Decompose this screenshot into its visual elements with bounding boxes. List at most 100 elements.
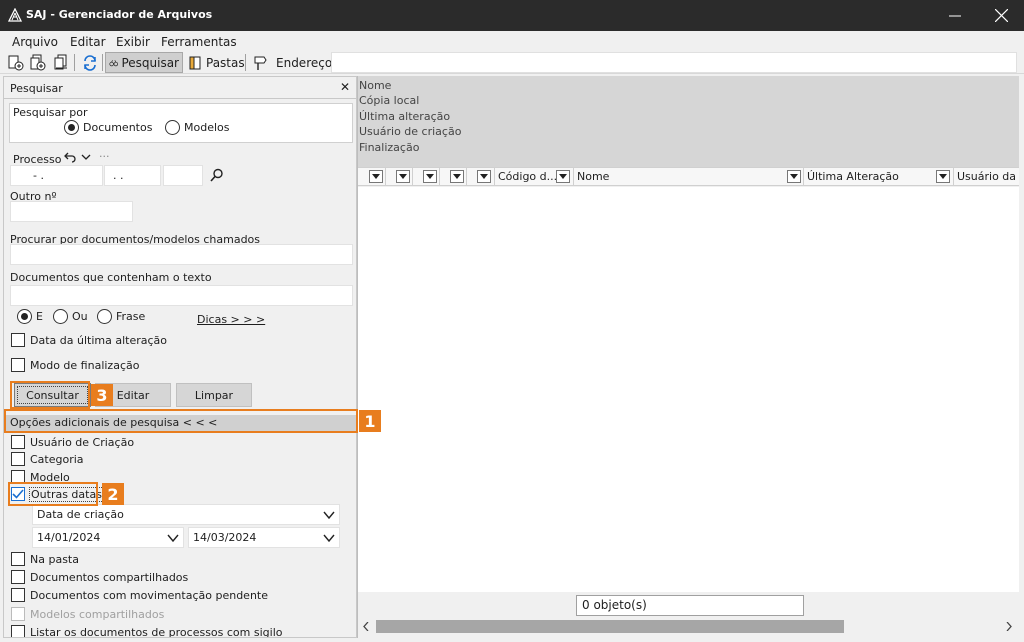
undo-icon[interactable] <box>64 151 76 163</box>
results-grid-header: Código d... Nome Última Alteração Usuári… <box>358 167 1019 186</box>
callout-box-2 <box>8 482 98 506</box>
finalization-mode-label: Modo de finalização <box>30 359 140 372</box>
contains-text-input[interactable] <box>10 285 353 306</box>
menu-bar: Arquivo Editar Exibir Ferramentas <box>0 31 1024 51</box>
list-secret-checkbox[interactable] <box>11 625 25 637</box>
list-secret-label: Listar os documentos de processos com si… <box>30 626 283 638</box>
scroll-left-icon[interactable] <box>363 622 369 631</box>
chevron-down-icon[interactable] <box>81 153 91 161</box>
search-panel-title: Pesquisar <box>10 82 63 95</box>
creation-user-checkbox[interactable] <box>11 435 25 449</box>
callout-box-1 <box>4 409 358 433</box>
refresh-button[interactable] <box>78 52 102 73</box>
other-number-input[interactable] <box>10 201 133 222</box>
date-type-select[interactable]: Data de criação <box>32 504 340 525</box>
close-button[interactable] <box>978 0 1024 31</box>
menu-arquivo[interactable]: Arquivo <box>12 35 58 49</box>
toolbar: Pesquisar Pastas Endereço <box>0 51 1024 74</box>
radio-ou-label: Ou <box>72 310 88 323</box>
app-logo-icon <box>8 8 22 22</box>
more-options-icon[interactable]: ··· <box>99 150 110 163</box>
column-creation-user[interactable]: Usuário da <box>954 168 1019 186</box>
finalization-mode-checkbox[interactable] <box>11 358 25 372</box>
horizontal-scrollbar[interactable] <box>358 618 1019 635</box>
last-change-label: Data da última alteração <box>30 334 167 347</box>
date-from-picker[interactable]: 14/01/2024 <box>32 527 184 548</box>
address-input[interactable] <box>331 52 1017 73</box>
pending-docs-checkbox[interactable] <box>11 588 25 602</box>
tips-link[interactable]: Dicas > > > <box>197 313 265 326</box>
chevron-down-icon <box>323 534 335 543</box>
date-to-picker[interactable]: 14/03/2024 <box>188 527 340 548</box>
process-year-input[interactable]: . . <box>104 165 161 186</box>
radio-e[interactable] <box>17 309 32 324</box>
chevron-down-icon <box>323 511 335 520</box>
info-last-change: Última alteração <box>359 110 451 123</box>
column-code[interactable]: Código d... <box>495 168 574 186</box>
callout-badge-3: 3 <box>91 384 113 406</box>
search-by-group: Pesquisar por Documentos Modelos <box>9 103 353 143</box>
new-document-button[interactable] <box>4 52 28 73</box>
address-label: Endereço <box>276 55 333 70</box>
shared-models-label: Modelos compartilhados <box>30 608 165 621</box>
folders-button[interactable]: Pastas <box>184 52 248 73</box>
callout-badge-1: 1 <box>359 410 381 432</box>
menu-exibir[interactable]: Exibir <box>116 35 150 49</box>
scroll-right-icon[interactable] <box>1006 622 1012 631</box>
process-origin-input[interactable] <box>163 165 203 186</box>
column-filter-1[interactable] <box>358 168 386 186</box>
shared-docs-checkbox[interactable] <box>11 570 25 584</box>
radio-frase-label: Frase <box>116 310 146 323</box>
search-panel-header: Pesquisar ✕ <box>4 77 356 99</box>
close-panel-icon[interactable]: ✕ <box>340 80 350 94</box>
object-count: 0 objeto(s) <box>576 595 804 616</box>
new-model-icon <box>30 54 46 70</box>
copy-document-button[interactable] <box>50 52 74 73</box>
radio-ou[interactable] <box>53 309 68 324</box>
radio-frase[interactable] <box>97 309 112 324</box>
scrollbar-thumb[interactable] <box>376 620 844 633</box>
menu-ferramentas[interactable]: Ferramentas <box>161 35 237 49</box>
radio-documents[interactable] <box>64 120 79 135</box>
category-label: Categoria <box>30 453 84 466</box>
pending-docs-label: Documentos com movimentação pendente <box>30 589 268 602</box>
callout-box-3 <box>10 381 90 409</box>
column-filter-4[interactable] <box>440 168 467 186</box>
column-filter-5[interactable] <box>467 168 495 186</box>
info-local-copy: Cópia local <box>359 94 420 107</box>
results-grid-body[interactable] <box>358 187 1019 592</box>
new-document-icon <box>8 55 24 70</box>
menu-editar[interactable]: Editar <box>70 35 106 49</box>
search-icon[interactable] <box>210 168 224 182</box>
in-folder-checkbox[interactable] <box>11 552 25 566</box>
column-filter-3[interactable] <box>413 168 440 186</box>
folders-label: Pastas <box>206 55 245 70</box>
clear-button[interactable]: Limpar <box>176 383 252 407</box>
info-creation-user: Usuário de criação <box>359 125 462 138</box>
named-input[interactable] <box>10 244 353 265</box>
shared-models-checkbox <box>11 607 25 621</box>
radio-e-label: E <box>36 310 43 323</box>
search-panel: Pesquisar ✕ Pesquisar por Documentos Mod… <box>3 76 357 638</box>
signpost-icon <box>254 56 267 70</box>
column-name[interactable]: Nome <box>574 168 804 186</box>
search-by-label: Pesquisar por <box>13 106 88 119</box>
process-number-input[interactable]: - . <box>10 165 103 186</box>
address-button[interactable]: Endereço <box>249 52 335 73</box>
window-title: SAJ - Gerenciador de Arquivos <box>26 8 213 21</box>
column-filter-2[interactable] <box>386 168 413 186</box>
minimize-button[interactable] <box>932 0 978 31</box>
radio-models[interactable] <box>165 120 180 135</box>
callout-badge-2: 2 <box>102 483 124 505</box>
last-change-checkbox[interactable] <box>11 333 25 347</box>
title-bar: SAJ - Gerenciador de Arquivos <box>0 0 1024 31</box>
folders-icon <box>189 56 201 69</box>
in-folder-label: Na pasta <box>30 553 79 566</box>
info-finalization: Finalização <box>359 141 420 154</box>
category-checkbox[interactable] <box>11 452 25 466</box>
minimize-icon <box>949 15 961 16</box>
creation-user-label: Usuário de Criação <box>30 436 135 449</box>
column-last-change[interactable]: Última Alteração <box>804 168 954 186</box>
search-tab-button[interactable]: Pesquisar <box>105 52 183 73</box>
new-model-button[interactable] <box>26 52 50 73</box>
